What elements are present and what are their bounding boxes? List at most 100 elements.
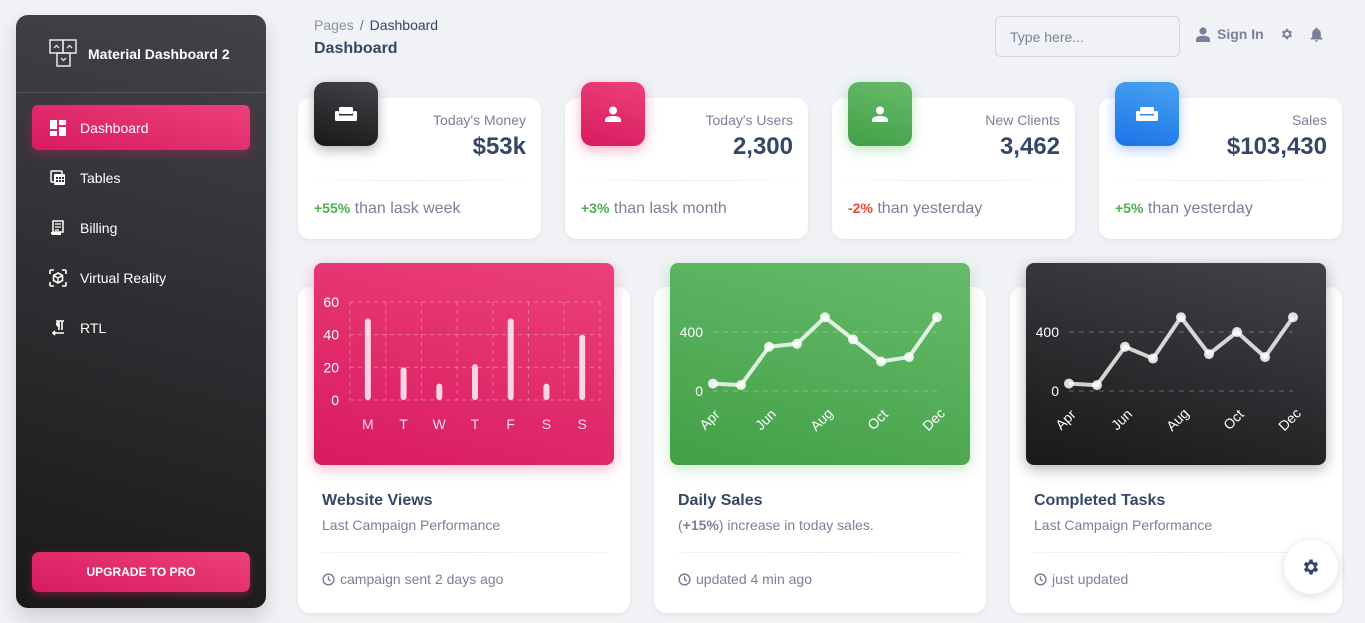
person-icon [848,82,912,146]
account-circle-icon[interactable] [1195,26,1211,42]
y-tick-label: 20 [323,359,339,375]
table-icon [48,168,68,188]
stat-value: 3,462 [999,133,1060,160]
x-tick-label: S [577,416,586,432]
bar-chart-container: 0 20 40 60 M T W T F S S [314,263,614,465]
chart-subtitle: Last Campaign Performance [322,517,501,533]
sidebar-item-label: Tables [80,169,121,186]
x-tick-label: Apr [696,406,723,433]
navbar-actions: Sign In [1195,26,1325,42]
data-point [1260,352,1270,363]
data-point [708,378,718,389]
x-tick-label: Oct [864,406,891,433]
x-tick-label: T [471,416,480,432]
data-point [1092,380,1102,391]
line-chart-container: 0 400 Apr Jun Aug Oct Dec [670,263,970,465]
sign-in-link[interactable]: Sign In [1217,26,1264,42]
stat-label: Today's Users [705,112,793,128]
data-point [1120,341,1130,352]
search-input[interactable] [995,16,1180,57]
sidebar-item-billing[interactable]: Billing [32,205,250,250]
chart-card-website-views: 0 20 40 60 M T W T F S S Website Views Last Campai… [298,263,630,613]
chart-footer-text: campaign sent 2 days ago [340,571,504,587]
sidebar-item-label: Dashboard [80,119,149,136]
x-tick-label: S [542,416,551,432]
chart-footer: updated 4 min ago [678,571,812,587]
stat-footer: -2% than yesterday [848,200,982,218]
x-tick-label: Dec [919,405,948,434]
x-tick-label: F [506,416,515,432]
x-tick-label: Aug [1163,405,1192,434]
stat-card-new-clients: New Clients 3,462 -2% than yesterday [832,82,1075,239]
sidebar-item-label: Billing [80,219,118,236]
chart-title: Daily Sales [678,492,763,509]
format-textdirection-r-to-l-icon [48,318,68,338]
stat-change-suffix: than lask week [350,200,461,217]
x-tick-label: M [362,416,374,432]
chart-card-daily-sales: 0 400 Apr Jun Aug Oct Dec Daily Sales (+15%) i… [654,263,986,613]
settings-icon [1303,559,1319,575]
data-point [1288,312,1298,323]
divider [298,180,541,181]
stat-value: $103,430 [1226,133,1327,160]
data-point [848,334,858,345]
data-point [876,356,886,367]
stat-card-todays-users: Today's Users 2,300 +3% than lask month [565,82,808,239]
sidebar-item-dashboard[interactable]: Dashboard [32,105,250,150]
data-point [932,312,942,323]
daily-sales-line-chart: 0 400 Apr Jun Aug Oct Dec [680,312,948,434]
x-tick-label: T [399,416,408,432]
y-tick-label: 0 [695,383,703,399]
divider [1099,180,1342,181]
sidebar-item-virtual-reality[interactable]: Virtual Reality [32,255,250,300]
sidebar-item-tables[interactable]: Tables [32,155,250,200]
chart-subtitle: (+15%) increase in today sales. [678,517,874,533]
breadcrumb-pages-link[interactable]: Pages [314,17,354,33]
person-icon [581,82,645,146]
sidebar: Material Dashboard 2 Dashboard Tables Bi… [16,15,266,608]
y-tick-label: 400 [1036,324,1060,340]
bar [472,364,478,400]
settings-icon[interactable] [1279,26,1295,42]
stat-change-suffix: than lask month [609,200,727,217]
stat-card-sales: Sales $103,430 +5% than yesterday [1099,82,1342,239]
stat-value: 2,300 [732,133,793,160]
stat-change: +3% [581,200,610,216]
y-tick-label: 60 [323,294,339,310]
chart-footer-text: just updated [1052,571,1129,587]
stat-label: Today's Money [433,112,526,128]
completed-tasks-line-chart: 0 400 Apr Jun Aug Oct Dec [1036,312,1304,434]
brand[interactable]: Material Dashboard 2 [16,15,266,93]
stat-change: +55% [314,200,351,216]
y-tick-label: 40 [323,327,339,343]
dashboard-icon [48,118,68,138]
stat-footer: +5% than yesterday [1115,200,1253,218]
x-tick-label: Jun [1108,406,1135,433]
bar [579,334,586,400]
data-point [820,312,830,323]
chart-footer: just updated [1034,571,1128,587]
sidebar-item-label: RTL [80,319,107,336]
clock-icon [678,572,691,586]
bar [507,318,514,400]
receipt-icon [48,218,68,238]
stat-value: $53k [472,133,526,160]
data-point [1176,312,1186,323]
chart-footer-text: updated 4 min ago [696,571,812,587]
divider [565,180,808,181]
bar [436,383,443,400]
x-tick-label: W [433,416,447,432]
sidebar-item-rtl[interactable]: RTL [32,305,250,350]
configurator-settings-button[interactable] [1284,540,1338,594]
x-tick-label: Aug [807,405,836,434]
website-views-bar-chart: 0 20 40 60 M T W T F S S [323,294,601,432]
series-line [712,315,939,388]
upgrade-to-pro-button[interactable]: UPGRADE TO PRO [32,552,250,592]
line-chart-container: 0 400 Apr Jun Aug Oct Dec [1026,263,1326,465]
x-tick-label: Jun [752,406,779,433]
stat-change-suffix: than yesterday [1143,200,1253,217]
notifications-bell-icon[interactable] [1309,26,1325,42]
brand-name: Material Dashboard 2 [88,45,230,62]
stat-change-suffix: than yesterday [872,200,983,217]
y-tick-label: 0 [331,392,339,408]
